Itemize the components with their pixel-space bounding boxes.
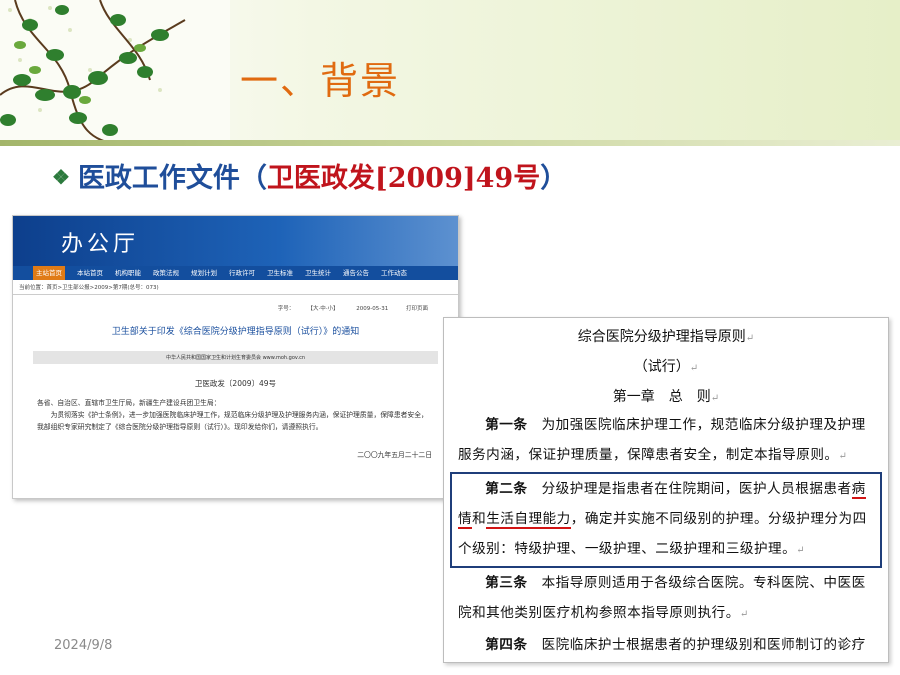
nav-item: 主站首页: [33, 266, 65, 280]
heading-doc-number: 卫医政发[2009]49号: [266, 163, 541, 194]
webpage-meta: 字号： 【大·中·小】 2009-05-31 打印页面: [13, 295, 458, 318]
vine-decoration-image: [0, 0, 230, 145]
notice-salutation: 各省、自治区、直辖市卫生厅局，新疆生产建设兵团卫生局：: [37, 399, 221, 407]
font-size-options: 【大·中·小】: [310, 306, 339, 312]
doc-title: 综合医院分级护理指导原则↵: [577, 329, 755, 345]
webpage-screenshot: 办公厅 主站首页 本站首页 机构职能 政策法规 规划计划 行政许可 卫生标准 卫…: [12, 215, 459, 499]
notice-body: 各省、自治区、直辖市卫生厅局，新疆生产建设兵团卫生局： 为贯彻落实《护士条例》，…: [37, 397, 434, 433]
publish-date: 2009-05-31: [356, 306, 389, 312]
nav-item: 规划计划: [191, 269, 217, 277]
article-1: 第一条 为加强医院临床护理工作，规范临床分级护理及护理服务内涵，保证护理质量，保…: [458, 417, 866, 463]
heading-close: ）: [540, 163, 568, 194]
header-divider: [0, 140, 900, 146]
underlined-self-care: 生活自理能力: [486, 511, 571, 529]
article-3: 第三条 本指导原则适用于各级综合医院。专科医院、中医医院和其他类别医疗机构参照本…: [458, 575, 866, 621]
print-link: 打印页面: [405, 306, 428, 312]
nav-item: 卫生统计: [305, 269, 331, 277]
slide-title: 一、背景: [240, 59, 401, 103]
nav-item: 行政许可: [229, 269, 255, 277]
nav-item: 通告公告: [343, 269, 369, 277]
document-number: 卫医政发〔2009〕49号: [194, 379, 277, 388]
font-size-label: 字号：: [277, 306, 295, 312]
breadcrumb: 当前位置：首页>卫生部公报>2009>第7期(总号：073): [13, 280, 458, 295]
webpage-header: 办公厅: [13, 216, 458, 266]
slide-page-number: 4: [838, 638, 847, 653]
nav-item: 机构职能: [115, 269, 141, 277]
nav-item: 卫生标准: [267, 269, 293, 277]
article-2-highlight-box: 第二条 分级护理是指患者在住院期间，医护人员根据患者病情和生活自理能力，确定并实…: [450, 472, 882, 568]
issuer-bar: 中华人民共和国国家卫生和计划生育委员会 www.moh.gov.cn: [33, 351, 438, 364]
webpage-header-title: 办公厅: [61, 232, 140, 257]
webpage-nav: 主站首页 本站首页 机构职能 政策法规 规划计划 行政许可 卫生标准 卫生统计 …: [13, 266, 458, 280]
nav-item: 本站首页: [77, 269, 103, 277]
guideline-document: 综合医院分级护理指导原则↵ （试行）↵ 第一章 总 则↵ 第一条 为加强医院临床…: [443, 317, 889, 663]
nav-item: 工作动态: [381, 269, 407, 277]
article-4: 第四条 医院临床护士根据患者的护理级别和医师制订的诊疗计划，为患者提供基础护理服…: [485, 637, 866, 653]
slide-date: 2024/9/8: [54, 638, 113, 653]
heading-text: 医政工作文件（: [77, 163, 267, 194]
diamond-bullet-icon: ❖: [52, 165, 70, 189]
sign-date: 二〇〇九年五月二十二日: [357, 451, 432, 459]
section-heading: ❖ 医政工作文件（卫医政发[2009]49号）: [52, 156, 567, 195]
nav-item: 政策法规: [153, 269, 179, 277]
doc-subtitle: （试行）↵: [633, 359, 699, 375]
notice-paragraph: 为贯彻落实《护士条例》，进一步加强医院临床护理工作，规范临床分级护理及护理服务内…: [37, 411, 428, 431]
notice-title: 卫生部关于印发《综合医院分级护理指导原则（试行）》的通知: [111, 327, 360, 337]
doc-chapter: 第一章 总 则↵: [612, 389, 720, 405]
